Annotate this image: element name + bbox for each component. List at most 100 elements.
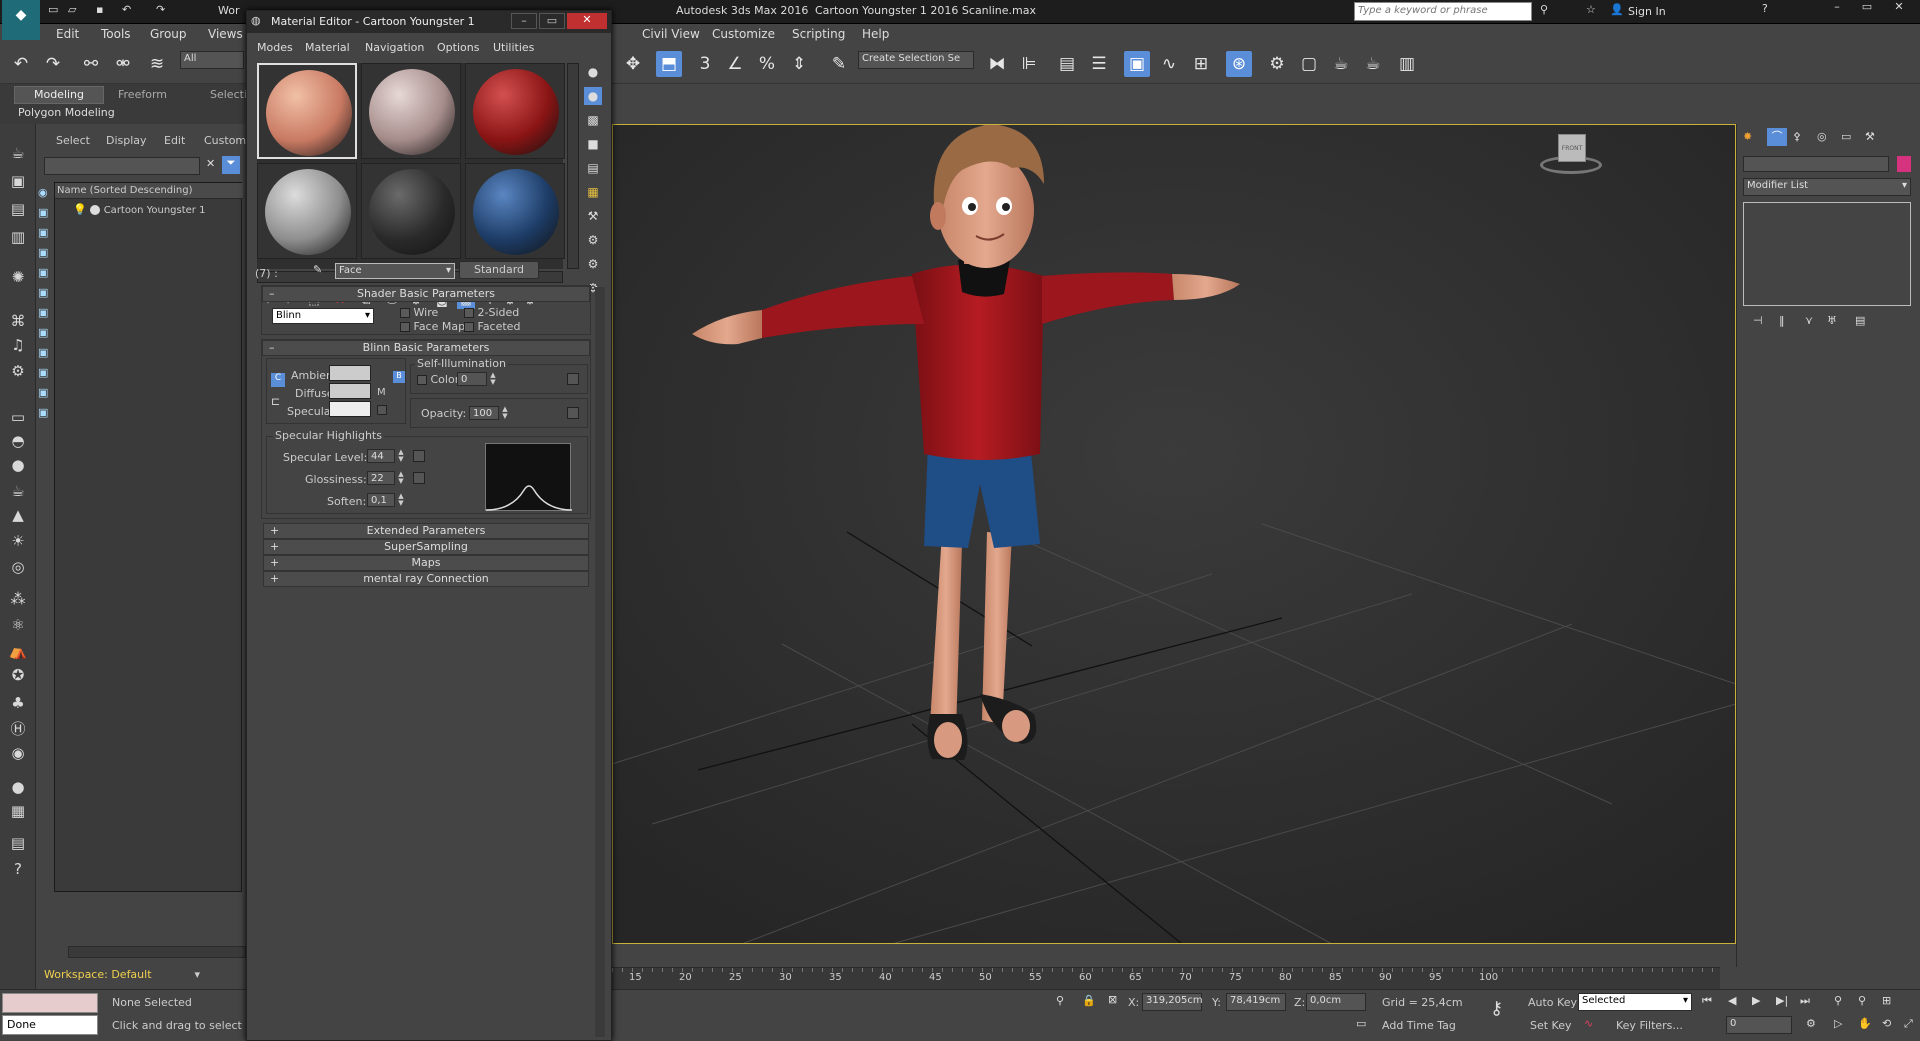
object-name-field[interactable] (1743, 156, 1889, 172)
viewcube[interactable]: FRONT (1540, 134, 1604, 178)
faceted-checkbox[interactable]: Faceted (464, 320, 520, 333)
color-check-icon[interactable]: ▦ (584, 183, 602, 201)
previous-frame-icon[interactable]: ◀ (1728, 994, 1736, 1007)
lock-icon[interactable]: 🔒 (1082, 994, 1096, 1007)
mirror-icon[interactable]: ⧓ (984, 51, 1010, 77)
y-coordinate[interactable]: 78,419cm (1226, 993, 1286, 1011)
menu-views[interactable]: Views (208, 27, 243, 41)
clear-search-icon[interactable]: ✕ (206, 157, 215, 170)
sun-icon[interactable]: ☀ (6, 530, 30, 552)
angle-snap-icon[interactable]: ∠ (722, 51, 748, 77)
object-color-swatch[interactable] (1897, 156, 1911, 172)
specular-map-button[interactable] (377, 405, 387, 415)
go-to-start-icon[interactable]: ⏮ (1702, 994, 1712, 1008)
layer-manager-icon[interactable]: ▤ (1054, 51, 1080, 77)
percent-snap-icon[interactable]: % (754, 51, 780, 77)
zoom-icon[interactable]: ⚲ (1834, 994, 1842, 1007)
eyedropper-icon[interactable]: ✎ (313, 263, 322, 276)
material-name-field[interactable]: Face ▾ (335, 263, 455, 279)
zoom-extents-icon[interactable]: ⊞ (1882, 994, 1891, 1007)
x-coordinate[interactable]: 319,205cm (1142, 993, 1203, 1011)
shape-filter-icon[interactable]: ▣ (38, 226, 48, 239)
frozen-filter-icon[interactable]: ▣ (38, 406, 48, 419)
light-filter-icon[interactable]: ▣ (38, 246, 48, 259)
close-button[interactable]: ✕ (567, 13, 607, 29)
auto-key-button[interactable]: Auto Key (1528, 996, 1577, 1009)
box-icon[interactable]: ▭ (6, 406, 30, 428)
menu-navigation[interactable]: Navigation (365, 41, 424, 54)
create-tab-icon[interactable]: ✸ (1743, 130, 1752, 143)
sample-slot-2[interactable] (361, 63, 461, 159)
scene-tab-edit[interactable]: Edit (164, 134, 185, 147)
shell-icon[interactable]: ◉ (6, 742, 30, 764)
sample-slot-1[interactable] (257, 63, 357, 159)
shader-rollout-header[interactable]: – Shader Basic Parameters (262, 286, 590, 302)
panel-icon[interactable]: ▤ (6, 832, 30, 854)
video-color-check-icon[interactable]: ▤ (584, 159, 602, 177)
soften-field[interactable]: 0,1 (367, 493, 395, 507)
sample-slot-6[interactable] (465, 163, 565, 259)
help-icon[interactable]: ? (6, 858, 30, 880)
render-setup-icon[interactable]: ⚙ (1264, 51, 1290, 77)
list-item[interactable]: 💡 Cartoon Youngster 1 (73, 203, 241, 219)
geometry-filter-icon[interactable]: ▣ (38, 206, 48, 219)
diffuse-map-button[interactable]: M (377, 387, 386, 398)
ribbon-toggle-icon[interactable]: ▣ (1124, 51, 1150, 77)
menu-tools[interactable]: Tools (101, 27, 131, 41)
transform-mode-icon[interactable]: ⊠ (1108, 993, 1117, 1006)
material-editor-icon[interactable]: ⊛ (1226, 51, 1252, 77)
bone-filter-icon[interactable]: ▣ (38, 366, 48, 379)
maxscript-listener[interactable] (2, 993, 98, 1013)
maximize-viewport-icon[interactable]: ⤢ (1904, 1017, 1913, 1031)
key-filters-button[interactable]: Key Filters... (1616, 1019, 1683, 1032)
sample-slot-4[interactable] (257, 163, 357, 259)
teapot-shape-icon[interactable]: ☕ (6, 480, 30, 502)
current-frame-field[interactable]: 0 (1726, 1016, 1792, 1034)
display-none-icon[interactable]: ◉ (38, 186, 48, 199)
redo-icon[interactable]: ↷ (156, 3, 165, 16)
zoom-all-icon[interactable]: ⚲ (1858, 994, 1866, 1007)
menu-options[interactable]: Options (437, 41, 479, 54)
calculator-icon[interactable]: ▦ (6, 800, 30, 822)
particles-icon[interactable]: ⁂ (6, 588, 30, 610)
select-by-material-icon[interactable]: ⚙ (584, 255, 602, 273)
next-frame-icon[interactable]: ▶| (1776, 994, 1788, 1007)
material-editor-v-scrollbar[interactable] (595, 287, 605, 1037)
scene-tree-header[interactable]: Name (Sorted Descending) (55, 183, 243, 199)
workspace-selector[interactable]: Workspace: Default ▾ (44, 965, 204, 985)
opacity-map-button[interactable] (567, 407, 579, 419)
menu-scripting[interactable]: Scripting (792, 27, 845, 41)
filter-icon[interactable]: ⏷ (222, 156, 240, 174)
options-icon[interactable]: ⚙ (584, 231, 602, 249)
field-of-view-icon[interactable]: ▷ (1834, 1017, 1842, 1030)
scene-tab-display[interactable]: Display (106, 134, 147, 147)
link-icon[interactable]: ⚯ (78, 51, 104, 77)
spinner-snap-icon[interactable]: ⇕ (786, 51, 812, 77)
extended-parameters-rollout[interactable]: + Extended Parameters (263, 523, 589, 539)
diffuse-color-swatch[interactable] (329, 383, 371, 399)
maximize-button[interactable]: ▭ (1852, 0, 1882, 13)
glossiness-map-button[interactable] (413, 472, 425, 484)
material-type-button[interactable]: Standard (459, 261, 539, 279)
display-tab-icon[interactable]: ▭ (1841, 130, 1851, 143)
menu-help[interactable]: Help (862, 27, 889, 41)
specular-color-swatch[interactable] (329, 401, 371, 417)
workspace-dropdown[interactable]: Wor (218, 4, 239, 17)
edit-named-selection-icon[interactable]: ✎ (826, 51, 852, 77)
specular-level-spinner[interactable]: ▲ ▼ (397, 449, 405, 463)
supersampling-rollout[interactable]: + SuperSampling (263, 539, 589, 555)
scene-search-field[interactable] (44, 157, 200, 175)
remove-modifier-icon[interactable]: ♅ (1827, 314, 1837, 327)
glossiness-field[interactable]: 22 (367, 471, 395, 485)
backlight-icon[interactable]: ● (584, 87, 602, 105)
scene-tab-select[interactable]: Select (56, 134, 90, 147)
spacewarp-icon[interactable]: ⚙ (6, 360, 30, 382)
globe-icon[interactable]: ✪ (6, 664, 30, 686)
plant-icon[interactable]: ♣ (6, 692, 30, 714)
camera-filter-icon[interactable]: ▣ (38, 266, 48, 279)
display-icon[interactable]: ▣ (6, 170, 30, 192)
two-sided-checkbox[interactable]: 2-Sided (464, 306, 519, 319)
uv-tiling-icon[interactable]: ■ (584, 135, 602, 153)
self-illum-spinner[interactable]: ▲ ▼ (489, 372, 497, 386)
sample-slot-3[interactable] (465, 63, 565, 159)
